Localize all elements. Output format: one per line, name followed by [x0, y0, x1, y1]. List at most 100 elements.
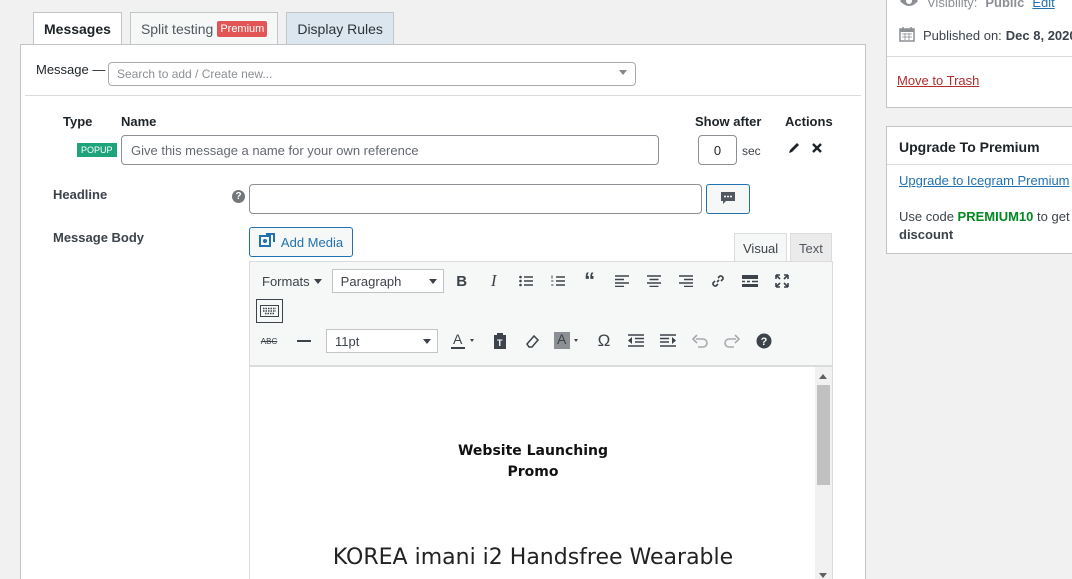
message-tabs: Messages Split testing Premium Display Ru… [33, 12, 394, 45]
scroll-up-icon[interactable] [819, 374, 827, 379]
messages-panel: Message — Search to add / Create new... … [20, 44, 866, 579]
message-search-select[interactable]: Search to add / Create new... [108, 62, 636, 86]
read-more-icon[interactable] [734, 268, 766, 294]
visibility-row: Visibility: Public Edit [899, 0, 1055, 11]
chevron-down-icon [423, 339, 431, 344]
move-to-trash-link[interactable]: Move to Trash [897, 73, 979, 88]
undo-icon[interactable] [684, 328, 716, 354]
upgrade-title: Upgrade To Premium [899, 139, 1040, 155]
headline-label: Headline [53, 187, 108, 202]
published-row: Published on: Dec 8, 2020 [899, 26, 1072, 45]
tab-split-testing[interactable]: Split testing Premium [129, 12, 279, 44]
svg-text:T: T [497, 338, 503, 348]
tab-visual[interactable]: Visual [734, 233, 788, 262]
message-name-input[interactable]: Give this message a name for your own re… [121, 135, 659, 165]
code-post: to get 1 [1037, 209, 1072, 224]
edit-pencil-icon[interactable] [787, 141, 801, 158]
code-end: discount [899, 227, 954, 242]
chevron-down-icon [428, 279, 437, 284]
tab-messages[interactable]: Messages [33, 12, 122, 45]
content-line-2: Promo [507, 464, 559, 480]
bullet-list-icon[interactable] [510, 268, 542, 294]
tab-text[interactable]: Text [790, 233, 832, 262]
formats-dropdown[interactable]: Formats [250, 274, 332, 289]
divider [25, 95, 861, 96]
formats-label: Formats [262, 273, 310, 289]
code-pre: Use code [899, 209, 954, 224]
numbered-list-icon[interactable] [542, 268, 574, 294]
font-size-select[interactable]: 11pt [326, 329, 438, 353]
scroll-thumb[interactable] [817, 385, 830, 485]
special-character-icon[interactable]: Ω [588, 328, 620, 354]
blockquote-icon[interactable]: “ [574, 268, 606, 294]
help-icon[interactable]: ? [232, 190, 245, 203]
divider [887, 56, 1072, 57]
divider [887, 164, 1072, 165]
premium-badge: Premium [217, 20, 268, 37]
headline-input[interactable] [249, 184, 702, 214]
add-media-label: Add Media [280, 234, 344, 250]
upgrade-box: Upgrade To Premium Upgrade to Icegram Pr… [886, 126, 1072, 254]
font-size-label: 11pt [335, 333, 360, 349]
publish-box: Visibility: Public Edit Published on: De… [886, 0, 1072, 108]
tab-split-testing-label: Split testing [140, 20, 214, 37]
visibility-edit-link[interactable]: Edit [1032, 0, 1054, 10]
tab-display-rules[interactable]: Display Rules [286, 12, 394, 44]
show-after-input[interactable]: 0 [698, 135, 737, 165]
chevron-down-icon [619, 70, 627, 75]
svg-text:A: A [453, 332, 463, 347]
link-icon[interactable] [702, 268, 734, 294]
toolbar-toggle-keyboard-icon[interactable] [256, 299, 283, 323]
help-circle-icon[interactable]: ? [748, 328, 780, 354]
align-right-icon[interactable] [670, 268, 702, 294]
tab-display-rules-label: Display Rules [297, 20, 383, 37]
headline-emoji-button[interactable] [706, 184, 750, 214]
align-center-icon[interactable] [638, 268, 670, 294]
background-color-icon[interactable]: A [548, 328, 588, 354]
message-search-placeholder: Search to add / Create new... [117, 67, 273, 81]
content-heading: KOREA imani i2 Handsfree Wearable [332, 545, 734, 570]
editor-scrollbar[interactable] [815, 367, 832, 579]
bold-icon[interactable]: B [446, 268, 478, 294]
italic-icon[interactable]: I [478, 268, 510, 294]
align-left-icon[interactable] [606, 268, 638, 294]
outdent-icon[interactable] [620, 328, 652, 354]
speech-bubble-icon [719, 190, 737, 209]
svg-text:?: ? [761, 336, 768, 348]
svg-text:A: A [557, 332, 567, 347]
content-line-1: Website Launching [457, 443, 608, 459]
indent-icon[interactable] [652, 328, 684, 354]
visibility-label: Visibility: [927, 0, 978, 10]
column-name: Name [121, 114, 157, 129]
media-icon [258, 232, 275, 252]
discount-code: PREMIUM10 [957, 209, 1034, 224]
redo-icon[interactable] [716, 328, 748, 354]
add-media-button[interactable]: Add Media [249, 227, 353, 257]
horizontal-line-icon[interactable] [288, 328, 320, 354]
fullscreen-icon[interactable] [766, 268, 798, 294]
type-badge: POPUP [77, 143, 117, 157]
show-after-unit: sec [742, 144, 761, 158]
visibility-value: Public [985, 0, 1025, 10]
calendar-icon [899, 26, 915, 45]
column-type: Type [63, 114, 93, 129]
column-actions: Actions [785, 114, 833, 129]
discount-text: Use code PREMIUM10 to get 1 discount [899, 208, 1072, 244]
published-value: Dec 8, 2020 [1005, 28, 1072, 43]
paste-as-text-icon[interactable]: T [484, 328, 516, 354]
eye-icon [899, 0, 919, 11]
editor-toolbar: Formats Paragraph B I “ ABC 11pt A T A Ω… [249, 261, 833, 366]
scroll-down-icon[interactable] [819, 573, 827, 578]
message-body-label: Message Body [53, 230, 145, 245]
upgrade-link[interactable]: Upgrade to Icegram Premium [899, 173, 1070, 188]
strikethrough-icon[interactable]: ABC [250, 328, 288, 354]
clear-formatting-icon[interactable] [516, 328, 548, 354]
editor-content-area[interactable]: Website Launching Promo KOREA imani i2 H… [249, 366, 833, 579]
delete-close-icon[interactable] [811, 141, 823, 157]
paragraph-select[interactable]: Paragraph [331, 269, 444, 293]
text-color-icon[interactable]: A [444, 328, 484, 354]
content-text: Website Launching Promo [250, 441, 816, 483]
published-label: Published on: [923, 28, 1002, 43]
tab-messages-label: Messages [44, 21, 111, 37]
column-show-after: Show after [695, 114, 762, 129]
